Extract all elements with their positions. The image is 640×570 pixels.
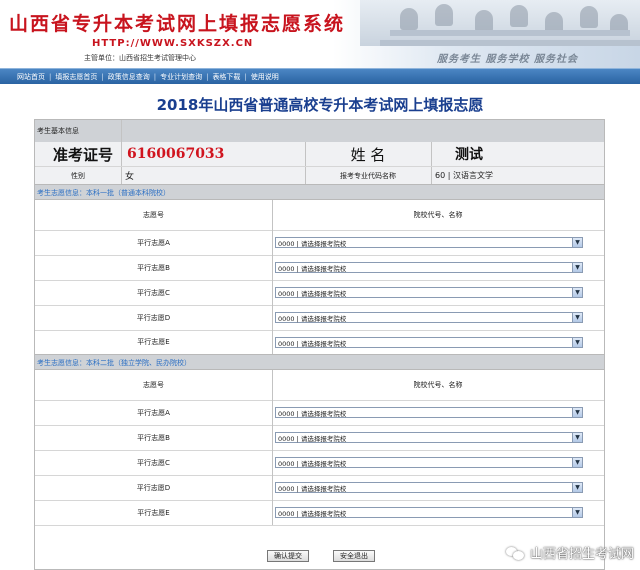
chevron-down-icon: ▼ — [572, 238, 582, 247]
chevron-down-icon: ▼ — [572, 483, 582, 492]
watermark-text: 山西省招生考试网 — [529, 547, 634, 562]
batch1-col-school: 院校代号、名称 — [413, 211, 463, 219]
name-value: 测试 — [455, 147, 483, 163]
school-select[interactable]: 0000 | 请选择报考院校 ▼ — [275, 262, 583, 273]
student-info-label: 考生基本信息 — [37, 127, 79, 135]
choice-label: 平行志愿D — [136, 313, 171, 322]
exit-button[interactable]: 安全退出 — [333, 550, 375, 562]
school-select[interactable]: 0000 | 请选择报考院校 ▼ — [275, 507, 583, 518]
site-slogan: 服务考生 服务学校 服务社会 — [437, 54, 578, 65]
header-photo — [360, 0, 640, 46]
choice-label: 平行志愿C — [137, 288, 170, 297]
school-select[interactable]: 0000 | 请选择报考院校 ▼ — [275, 287, 583, 298]
volunteer-form: 考生基本信息 准考证号 6160067033 姓 名 测试 性别 女 报考专业代… — [34, 119, 605, 570]
chevron-down-icon: ▼ — [572, 288, 582, 297]
site-host: 主管单位：山西省招生考试管理中心 — [84, 54, 196, 62]
batch2-section-title: 考生志愿信息：本科二批（独立学院、民办院校） — [35, 354, 604, 370]
student-info-header: 考生基本信息 — [35, 120, 604, 142]
batch1-col-choice: 志愿号 — [143, 211, 164, 219]
exam-no-value: 6160067033 — [127, 146, 225, 162]
nav-plan-query[interactable]: 专业计划查询 — [160, 72, 202, 82]
school-select[interactable]: 0000 | 请选择报考院校 ▼ — [275, 237, 583, 248]
page-title: 2018年山西省普通高校专升本考试网上填报志愿 — [156, 96, 484, 114]
watermark: 山西省招生考试网 — [505, 543, 634, 562]
nav-policy-query[interactable]: 政策信息查询 — [108, 72, 150, 82]
chevron-down-icon: ▼ — [572, 313, 582, 322]
batch2-col-school: 院校代号、名称 — [413, 381, 463, 389]
choice-label: 平行志愿C — [137, 458, 170, 467]
choice-label: 平行志愿A — [137, 408, 170, 417]
choice-label: 平行志愿B — [137, 263, 170, 272]
batch2-col-choice: 志愿号 — [143, 381, 164, 389]
batch1-column-header: 志愿号 院校代号、名称 — [35, 200, 604, 230]
wechat-icon — [505, 545, 525, 561]
school-select[interactable]: 0000 | 请选择报考院校 ▼ — [275, 432, 583, 443]
batch1-row-c: 平行志愿C 0000 | 请选择报考院校 ▼ — [35, 280, 604, 305]
choice-label: 平行志愿B — [137, 433, 170, 442]
school-select[interactable]: 0000 | 请选择报考院校 ▼ — [275, 482, 583, 493]
student-major-row: 性别 女 报考专业代码名称 60 | 汉语言文学 — [35, 167, 604, 184]
batch2-row-b: 平行志愿B 0000 | 请选择报考院校 ▼ — [35, 425, 604, 450]
batch2-row-a: 平行志愿A 0000 | 请选择报考院校 ▼ — [35, 400, 604, 425]
school-select[interactable]: 0000 | 请选择报考院校 ▼ — [275, 312, 583, 323]
site-header: 山西省专升本考试网上填报志愿系统 HTTP://WWW.SXKSZX.CN 主管… — [0, 0, 640, 68]
major-label: 报考专业代码名称 — [340, 171, 396, 180]
batch1-row-e: 平行志愿E 0000 | 请选择报考院校 ▼ — [35, 330, 604, 354]
chevron-down-icon: ▼ — [572, 263, 582, 272]
school-select[interactable]: 0000 | 请选择报考院校 ▼ — [275, 457, 583, 468]
major-value: 60 | 汉语言文学 — [435, 171, 493, 180]
batch2-row-c: 平行志愿C 0000 | 请选择报考院校 ▼ — [35, 450, 604, 475]
student-id-row: 准考证号 6160067033 姓 名 测试 — [35, 142, 604, 166]
chevron-down-icon: ▼ — [572, 338, 582, 347]
nav-instructions[interactable]: 使用说明 — [251, 72, 279, 82]
choice-label: 平行志愿E — [137, 508, 170, 517]
name-label: 姓 名 — [350, 145, 386, 164]
batch1-row-b: 平行志愿B 0000 | 请选择报考院校 ▼ — [35, 255, 604, 280]
chevron-down-icon: ▼ — [572, 433, 582, 442]
submit-button[interactable]: 确认提交 — [267, 550, 309, 562]
batch2-row-e: 平行志愿E 0000 | 请选择报考院校 ▼ — [35, 500, 604, 525]
batch2-row-d: 平行志愿D 0000 | 请选择报考院校 ▼ — [35, 475, 604, 500]
chevron-down-icon: ▼ — [572, 508, 582, 517]
choice-label: 平行志愿A — [137, 238, 170, 247]
choice-label: 平行志愿E — [137, 338, 170, 346]
nav-form-download[interactable]: 表格下载 — [212, 72, 240, 82]
batch1-section-title: 考生志愿信息：本科一批（普通本科院校） — [35, 184, 604, 200]
school-select[interactable]: 0000 | 请选择报考院校 ▼ — [275, 407, 583, 418]
chevron-down-icon: ▼ — [572, 408, 582, 417]
site-url[interactable]: HTTP://WWW.SXKSZX.CN — [92, 38, 253, 49]
chevron-down-icon: ▼ — [572, 458, 582, 467]
gender-label: 性别 — [71, 171, 85, 180]
batch2-column-header: 志愿号 院校代号、名称 — [35, 370, 604, 400]
gender-value: 女 — [125, 172, 135, 182]
choice-label: 平行志愿D — [136, 483, 171, 492]
main-nav: 网站首页 | 填报志愿首页 | 政策信息查询 | 专业计划查询 | 表格下载 | 使用说明 — [0, 68, 640, 84]
nav-home[interactable]: 网站首页 — [17, 72, 45, 82]
exam-no-label: 准考证号 — [52, 145, 113, 164]
site-title: 山西省专升本考试网上填报志愿系统 — [9, 13, 346, 35]
batch1-row-a: 平行志愿A 0000 | 请选择报考院校 ▼ — [35, 230, 604, 255]
school-select[interactable]: 0000 | 请选择报考院校 ▼ — [275, 337, 583, 348]
batch1-row-d: 平行志愿D 0000 | 请选择报考院校 ▼ — [35, 305, 604, 330]
nav-volunteer-home[interactable]: 填报志愿首页 — [55, 72, 97, 82]
